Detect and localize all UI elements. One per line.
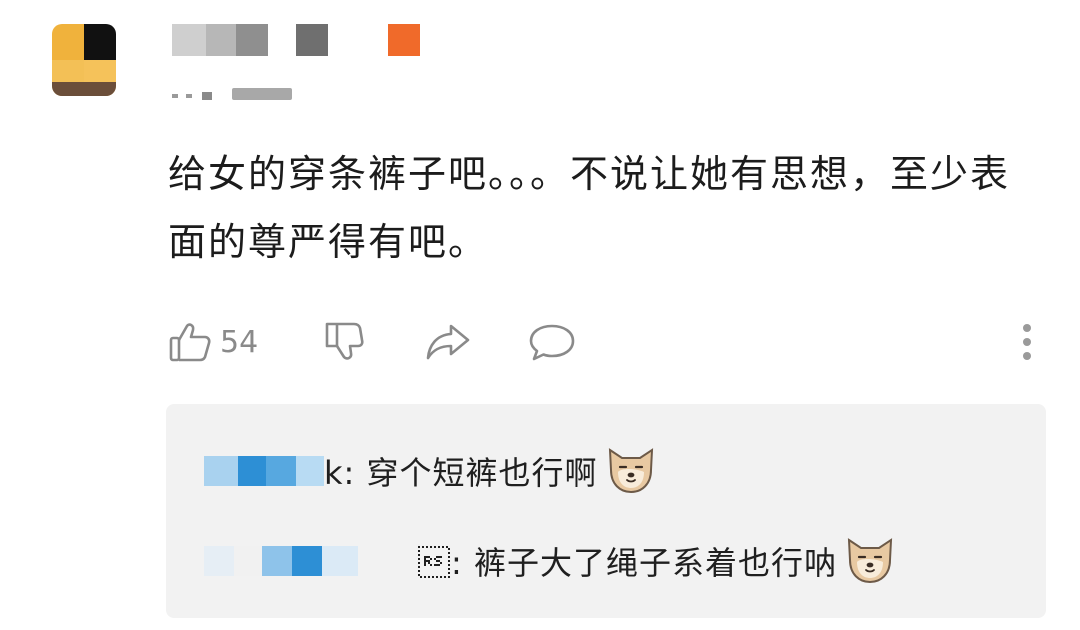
reply-comment-button[interactable] [528,320,576,364]
reply-text: k: 穿个短裤也行啊 [324,454,598,492]
share-arrow-icon [424,320,472,364]
speech-bubble-icon [528,320,576,364]
reply-username-obscured[interactable] [204,454,324,488]
avatar[interactable] [52,24,116,96]
dog-face-icon [843,534,897,588]
more-dot [1023,338,1031,346]
like-button[interactable]: 54 [168,320,258,364]
username-obscured[interactable] [172,24,268,56]
dog-face-icon [604,444,658,498]
user-badge-obscured [388,24,420,56]
timestamp-obscured [172,86,296,102]
thumbs-up-icon [168,320,212,364]
share-button[interactable] [424,320,472,364]
user-level-badge-obscured [296,24,328,56]
thumbs-down-icon [322,320,366,364]
reply-item[interactable]: k: 穿个短裤也行啊 [204,444,658,498]
replies-panel: k: 穿个短裤也行啊 : 裤子大了绳子系着也行呐 [166,404,1046,618]
more-options-button[interactable] [1020,322,1034,362]
dislike-button[interactable] [322,320,366,364]
comment-text: 给女的穿条裤子吧。。。不说让她有思想，至少表面的尊严得有吧。 [168,152,1011,264]
reply-item[interactable]: : 裤子大了绳子系着也行呐 [204,534,897,588]
more-dots-icon [1023,324,1031,332]
more-dot [1023,352,1031,360]
reply-text: : 裤子大了绳子系着也行呐 [418,544,837,582]
like-count: 54 [220,324,259,360]
reply-username-obscured[interactable] [204,544,418,578]
